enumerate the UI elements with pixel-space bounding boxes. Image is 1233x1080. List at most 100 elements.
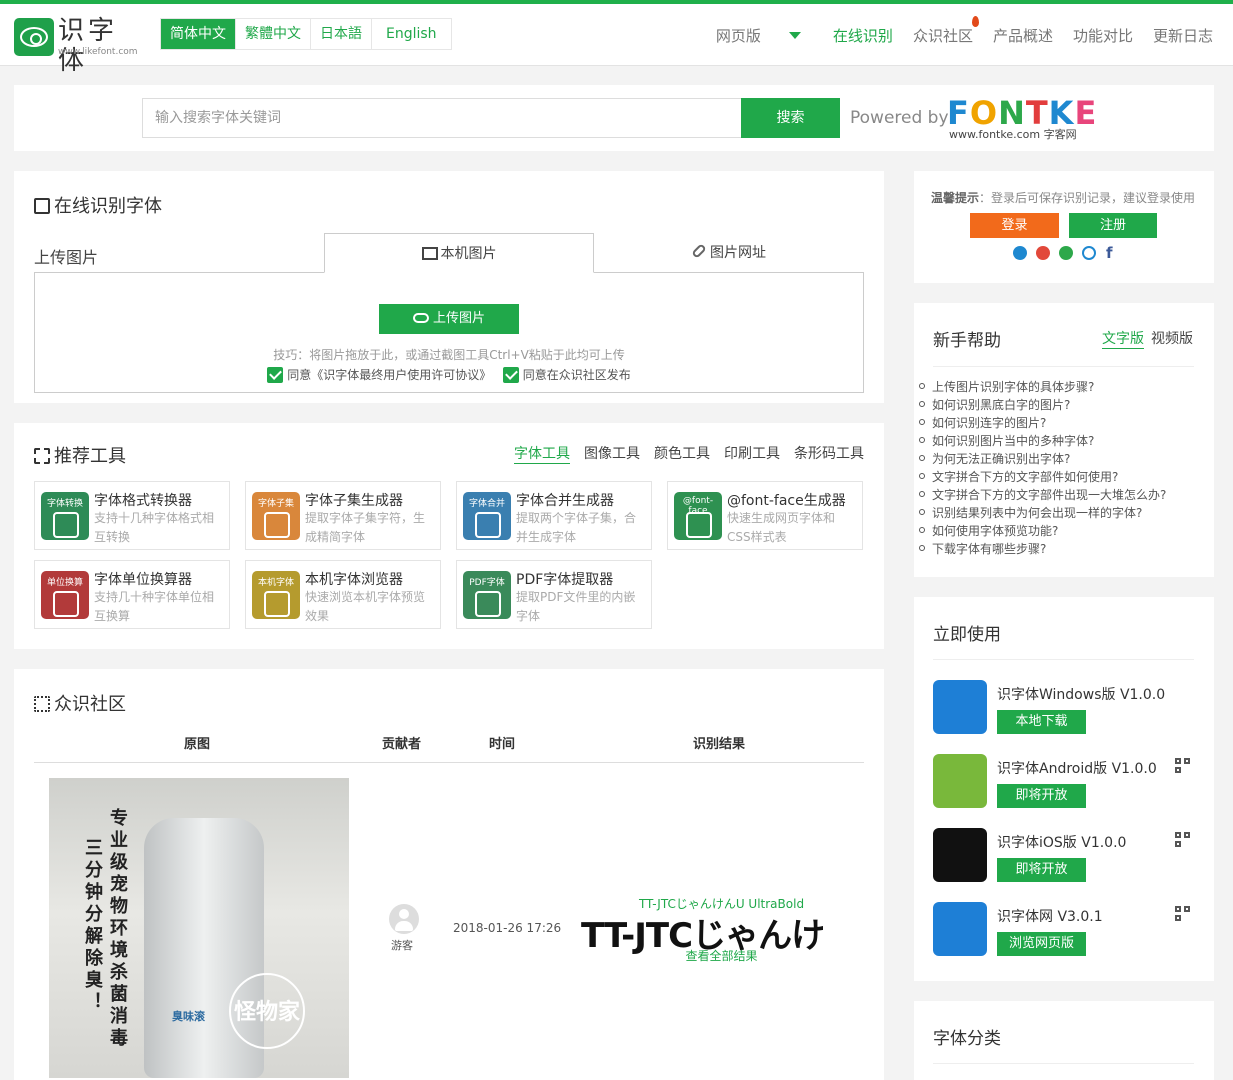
avatar[interactable] (389, 904, 419, 934)
table-divider (34, 762, 864, 763)
tab-text-help[interactable]: 文字版 (1102, 328, 1144, 349)
tab-local-image[interactable]: 本机图片 (324, 233, 594, 273)
qrcode-icon[interactable] (1175, 832, 1191, 848)
tool-desc: 支持十几种字体格式相互转换 (94, 511, 215, 544)
register-button[interactable]: 注册 (1069, 213, 1157, 238)
nav-overview[interactable]: 产品概述 (993, 25, 1053, 46)
help-item[interactable]: 为何无法正确识别出字体? (932, 450, 1166, 468)
search-button[interactable]: 搜索 (741, 98, 840, 138)
tab-image-url[interactable]: 图片网址 (594, 233, 864, 273)
help-item[interactable]: 如何识别黑底白字的图片? (932, 396, 1166, 414)
tab-image-tools[interactable]: 图像工具 (584, 443, 640, 464)
tool-card[interactable]: 字体合并 字体合并生成器 提取两个字体子集，合并生成字体 (456, 481, 652, 550)
login-button[interactable]: 登录 (970, 213, 1059, 238)
tool-desc: 提取PDF文件里的内嵌字体 (516, 590, 636, 623)
tool-card[interactable]: 单位换算 字体单位换算器 支持几十种字体单位相互换算 (34, 560, 230, 629)
tool-card[interactable]: @font-face @font-face生成器 快速生成网页字体和CSS样式表 (667, 481, 863, 550)
help-item[interactable]: 如何识别连字的图片? (932, 414, 1166, 432)
tools-title-row: 推荐工具 (34, 442, 126, 468)
alipay-icon[interactable] (1082, 246, 1096, 260)
nav-web[interactable]: 网页版 (716, 25, 761, 46)
community-title: 众识社区 (54, 694, 126, 715)
agree-publish-label[interactable]: 同意在众识社区发布 (523, 368, 631, 382)
nav-changelog[interactable]: 更新日志 (1153, 25, 1213, 46)
upload-label: 上传图片 (34, 248, 99, 267)
tab-color-tools[interactable]: 颜色工具 (654, 443, 710, 464)
chevron-down-icon[interactable] (788, 32, 801, 39)
ie-icon (933, 902, 987, 956)
lang-english[interactable]: English (372, 19, 451, 49)
tool-name: 字体合并生成器 (516, 493, 614, 509)
facebook-icon[interactable]: f (1106, 244, 1113, 262)
login-tip-text: ：登录后可保存识别记录，建议登录使用 (979, 191, 1196, 205)
help-item[interactable]: 文字拼合下方的文字部件出现一大堆怎么办? (932, 486, 1166, 504)
apple-icon (933, 828, 987, 882)
tab-font-tools[interactable]: 字体工具 (514, 443, 570, 464)
category-title: 字体分类 (933, 1029, 1001, 1049)
language-switcher: 简体中文 繁體中文 日本語 English (160, 18, 452, 50)
lang-japanese[interactable]: 日本語 (311, 19, 372, 49)
photo-text-right: 专业级宠物环境杀菌消毒 (107, 808, 128, 1050)
help-item[interactable]: 识别结果列表中为何会出现一样的字体? (932, 504, 1166, 522)
app-name: 识字体Android版 V1.0.0 (997, 761, 1157, 777)
nav-online-recognize[interactable]: 在线识别 (833, 25, 893, 46)
tab-barcode-tools[interactable]: 条形码工具 (794, 443, 864, 464)
agreement-row: 同意《识字体最终用户使用许可协议》 同意在众识社区发布 (0, 366, 898, 383)
help-item[interactable]: 文字拼合下方的文字部件如何使用? (932, 468, 1166, 486)
app-item: 识字体Android版 V1.0.0 即将开放 (933, 754, 1195, 810)
help-item[interactable]: 下载字体有哪些步骤? (932, 540, 1166, 558)
login-panel (914, 171, 1214, 283)
upload-button[interactable]: 上传图片 (379, 304, 519, 334)
qq-icon[interactable] (1013, 246, 1027, 260)
tab-print-tools[interactable]: 印刷工具 (724, 443, 780, 464)
help-item[interactable]: 如何使用字体预览功能? (932, 522, 1166, 540)
col-result: 识别结果 (693, 737, 746, 752)
weibo-icon[interactable] (1036, 246, 1050, 260)
wechat-icon[interactable] (1059, 246, 1073, 260)
qrcode-icon[interactable] (1175, 906, 1191, 922)
nav-community[interactable]: 众识社区 (913, 16, 979, 46)
app-item: 识字体Windows版 V1.0.0 本地下载 (933, 680, 1195, 736)
tool-name: PDF字体提取器 (516, 572, 614, 588)
lang-traditional[interactable]: 繁體中文 (236, 19, 311, 49)
app-button[interactable]: 即将开放 (997, 784, 1086, 808)
site-logo[interactable]: 识字体 www.likefont.com (14, 16, 144, 76)
tool-desc: 支持几十种字体单位相互换算 (94, 590, 215, 623)
help-item[interactable]: 如何识别图片当中的多种字体? (932, 432, 1166, 450)
tool-icon: @font-face (674, 492, 722, 540)
top-bar: 识字体 www.likefont.com 简体中文 繁體中文 日本語 Engli… (0, 0, 1233, 76)
agree-publish-checkbox[interactable] (502, 367, 519, 383)
text-recognize-icon (34, 198, 50, 214)
tab-local-image-label: 本机图片 (440, 246, 497, 262)
tool-desc: 快速生成网页字体和CSS样式表 (727, 511, 836, 544)
app-button[interactable]: 本地下载 (997, 710, 1086, 734)
search-input[interactable]: 输入搜索字体关键词 (142, 98, 742, 138)
tab-video-help[interactable]: 视频版 (1151, 328, 1193, 348)
tool-card[interactable]: PDF字体 PDF字体提取器 提取PDF文件里的内嵌字体 (456, 560, 652, 629)
agree-license-checkbox[interactable] (267, 367, 284, 383)
qrcode-icon[interactable] (1175, 758, 1191, 774)
photo-text-left: 三分钟分解除臭！ (82, 838, 103, 1014)
tool-card[interactable]: 字体转换 字体格式转换器 支持十几种字体格式相互转换 (34, 481, 230, 550)
fontke-logo[interactable]: FONTKE (947, 96, 1097, 130)
agree-license-label[interactable]: 同意《识字体最终用户使用许可协议》 (287, 368, 491, 382)
app-item: 识字体网 V3.0.1 浏览网页版 (933, 902, 1195, 958)
nav-compare[interactable]: 功能对比 (1073, 25, 1133, 46)
app-button[interactable]: 浏览网页版 (997, 932, 1086, 956)
upload-button-label: 上传图片 (432, 311, 485, 326)
original-photo[interactable]: 臭味滚 三分钟分解除臭！ 专业级宠物环境杀菌消毒 怪物家 (49, 778, 349, 1078)
help-item[interactable]: 上传图片识别字体的具体步骤? (932, 378, 1166, 396)
android-icon (933, 754, 987, 808)
tool-card[interactable]: 本机字体 本机字体浏览器 快速浏览本机字体预览效果 (245, 560, 441, 629)
tool-desc: 提取两个字体子集，合并生成字体 (516, 511, 637, 544)
tool-desc: 快速浏览本机字体预览效果 (305, 590, 426, 623)
submit-time: 2018-01-26 17:26 (453, 921, 562, 935)
recognize-title: 在线识别字体 (54, 196, 162, 217)
lang-simplified[interactable]: 简体中文 (161, 19, 236, 49)
contributor-name[interactable]: 游客 (391, 937, 413, 953)
tool-card[interactable]: 字体子集 字体子集生成器 提取字体子集字符，生成精简字体 (245, 481, 441, 550)
view-all-results-link[interactable]: 查看全部结果 (581, 947, 862, 964)
tool-desc: 提取字体子集字符，生成精简字体 (305, 511, 426, 544)
col-original: 原图 (184, 737, 211, 752)
app-button[interactable]: 即将开放 (997, 858, 1086, 882)
